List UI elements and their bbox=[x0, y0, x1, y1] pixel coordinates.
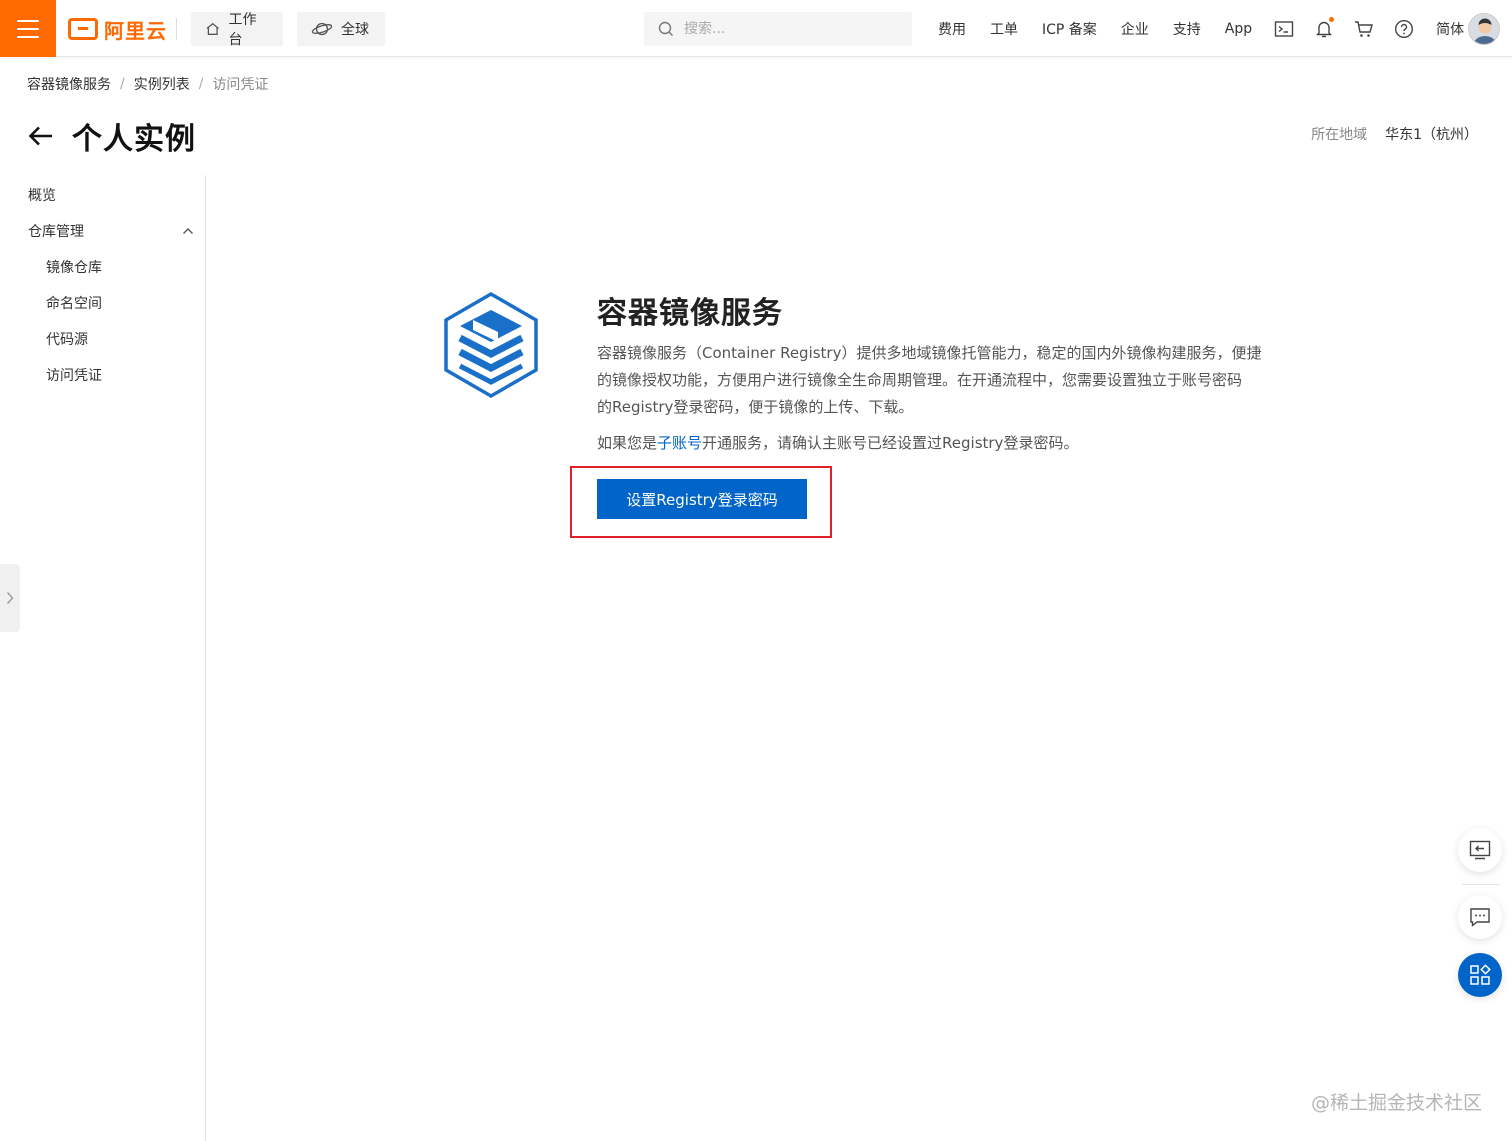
apps-grid-icon bbox=[1470, 964, 1491, 985]
terminal-icon[interactable] bbox=[1274, 19, 1294, 39]
user-avatar[interactable] bbox=[1468, 13, 1500, 45]
description-line: 的Registry登录密码，便于镜像的上传、下载。 bbox=[597, 398, 914, 416]
cart-icon[interactable] bbox=[1354, 19, 1374, 39]
float-tool-panel[interactable] bbox=[1458, 828, 1502, 872]
set-registry-password-button[interactable]: 设置Registry登录密码 bbox=[597, 479, 807, 519]
sidebar-item-code-source[interactable]: 代码源 bbox=[46, 329, 88, 349]
workbench-label: 工作台 bbox=[228, 12, 257, 48]
product-title: 容器镜像服务 bbox=[597, 296, 783, 331]
sub-account-note: 如果您是子账号开通服务，请确认主账号已经设置过Registry登录密码。 bbox=[597, 430, 1078, 457]
top-link-fees[interactable]: 费用 bbox=[938, 19, 966, 39]
search-box[interactable] bbox=[644, 12, 912, 46]
float-chat[interactable] bbox=[1458, 895, 1502, 939]
top-link-app[interactable]: App bbox=[1225, 21, 1252, 37]
hamburger-menu-icon[interactable] bbox=[0, 0, 56, 57]
region-selector: 所在地域 华东1（杭州） bbox=[1311, 124, 1478, 144]
sidebar-item-access-credential[interactable]: 访问凭证 bbox=[46, 365, 102, 385]
chevron-right-icon bbox=[6, 592, 14, 604]
home-icon bbox=[206, 22, 219, 35]
breadcrumb-separator: / bbox=[120, 76, 125, 92]
float-divider bbox=[1462, 884, 1500, 885]
search-input[interactable] bbox=[684, 21, 884, 37]
sidebar-item-overview[interactable]: 概览 bbox=[28, 185, 56, 205]
top-navigation-bar: 阿里云 工作台 全球 费用 工单 ICP 备案 企业 支持 App 简体 bbox=[0, 0, 1512, 57]
top-link-tickets[interactable]: 工单 bbox=[990, 19, 1018, 39]
top-link-icp[interactable]: ICP 备案 bbox=[1042, 19, 1097, 39]
aliyun-logo[interactable]: 阿里云 bbox=[68, 16, 167, 43]
top-links: 费用 工单 ICP 备案 企业 支持 App 简体 bbox=[926, 0, 1476, 57]
global-region-button[interactable]: 全球 bbox=[297, 12, 385, 46]
back-arrow-icon[interactable] bbox=[26, 121, 56, 151]
description-line: 的镜像授权功能，方便用户进行镜像全生命周期管理。在开通流程中，您需要设置独立于账… bbox=[597, 371, 1243, 389]
notification-dot bbox=[1329, 16, 1335, 22]
breadcrumb-separator: / bbox=[198, 76, 204, 92]
logo-text: 阿里云 bbox=[104, 18, 167, 43]
top-link-enterprise[interactable]: 企业 bbox=[1121, 19, 1149, 39]
bell-icon[interactable] bbox=[1314, 16, 1335, 39]
note-prefix: 如果您是 bbox=[597, 434, 658, 452]
description-line: 容器镜像服务（Container Registry）提供多地域镜像托管能力，稳定… bbox=[597, 344, 1262, 362]
chevron-up-icon bbox=[183, 228, 193, 234]
search-icon bbox=[658, 21, 673, 36]
top-link-support[interactable]: 支持 bbox=[1173, 19, 1201, 39]
workbench-button[interactable]: 工作台 bbox=[191, 12, 283, 48]
page-title: 个人实例 bbox=[72, 122, 196, 157]
aliyun-logo-mark-icon bbox=[68, 18, 98, 40]
logo-divider bbox=[176, 18, 177, 40]
region-value[interactable]: 华东1（杭州） bbox=[1385, 124, 1478, 144]
page-header: 个人实例 bbox=[26, 114, 196, 158]
watermark: @稀土掘金技术社区 bbox=[1310, 1092, 1482, 1114]
language-switch[interactable]: 简体 bbox=[1436, 19, 1464, 39]
planet-icon bbox=[311, 22, 333, 36]
product-description: 容器镜像服务（Container Registry）提供多地域镜像托管能力，稳定… bbox=[597, 340, 1297, 421]
global-label: 全球 bbox=[341, 22, 369, 38]
region-label: 所在地域 bbox=[1311, 127, 1368, 143]
sub-account-link[interactable]: 子账号 bbox=[657, 434, 702, 452]
help-icon[interactable] bbox=[1394, 19, 1414, 39]
chat-icon bbox=[1470, 908, 1490, 927]
note-suffix: 开通服务，请确认主账号已经设置过Registry登录密码。 bbox=[702, 434, 1079, 452]
sidebar: 概览 仓库管理 镜像仓库 命名空间 代码源 访问凭证 bbox=[0, 175, 206, 1141]
sidebar-collapse-toggle[interactable] bbox=[0, 564, 20, 632]
collapse-panel-icon bbox=[1469, 840, 1491, 860]
breadcrumb-instance-list[interactable]: 实例列表 bbox=[134, 74, 190, 94]
float-apps[interactable] bbox=[1458, 953, 1502, 997]
breadcrumb-current: 访问凭证 bbox=[212, 77, 269, 93]
container-registry-icon bbox=[444, 291, 538, 399]
sidebar-item-namespace[interactable]: 命名空间 bbox=[46, 293, 102, 313]
sidebar-group-repo-management[interactable]: 仓库管理 bbox=[28, 221, 194, 241]
sidebar-group-label: 仓库管理 bbox=[28, 224, 84, 240]
breadcrumb-registry[interactable]: 容器镜像服务 bbox=[27, 74, 111, 94]
sidebar-item-image-repo[interactable]: 镜像仓库 bbox=[46, 257, 102, 277]
breadcrumb: 容器镜像服务 / 实例列表 / 访问凭证 bbox=[27, 74, 268, 94]
